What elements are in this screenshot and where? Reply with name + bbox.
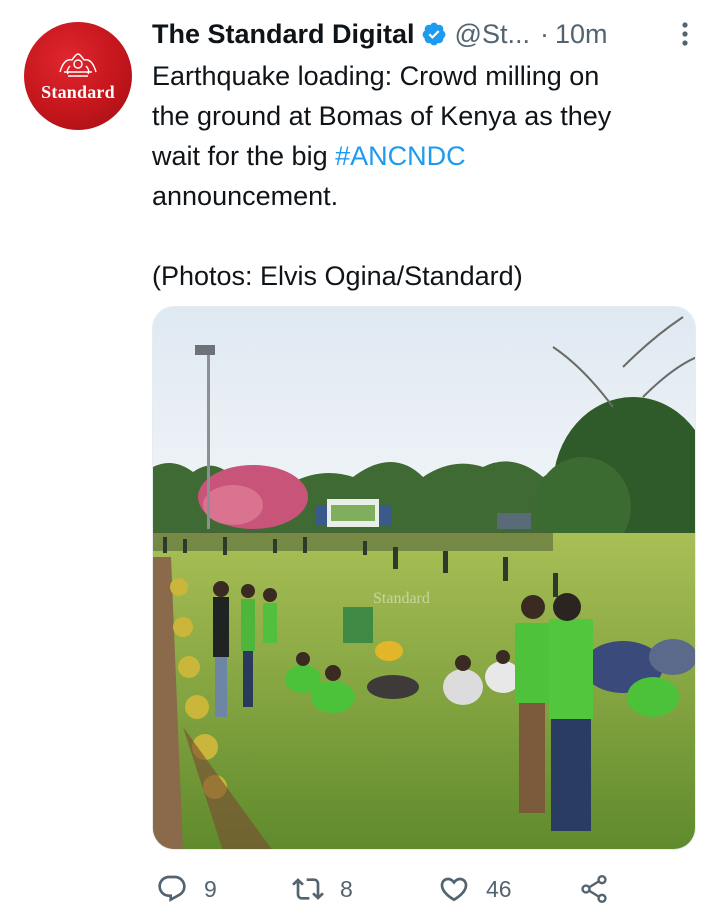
reply-count: 9: [204, 875, 217, 902]
crowd-photo-illustration: Standard: [153, 307, 695, 849]
share-icon: [581, 875, 607, 903]
user-handle[interactable]: @St...: [455, 19, 530, 50]
tweet-line-text: wait for the big: [152, 141, 336, 171]
tweet-actions: 9 8 46: [152, 862, 622, 916]
separator-dot: ·: [539, 18, 549, 49]
crest-icon: [59, 52, 97, 77]
like-button[interactable]: 46: [438, 862, 512, 916]
avatar-brand-text: Standard: [41, 81, 115, 102]
like-count: 46: [486, 875, 512, 902]
display-name[interactable]: The Standard Digital: [152, 19, 415, 50]
avatar[interactable]: Standard: [24, 22, 132, 130]
tweet-header: The Standard Digital @St... · 10m: [152, 14, 698, 54]
reply-icon: [158, 875, 186, 902]
tweet-line: the ground at Bomas of Kenya as they: [152, 101, 612, 131]
tweet-line: Earthquake loading: Crowd milling on: [152, 61, 600, 91]
verified-badge-icon: [422, 22, 445, 46]
reply-button[interactable]: 9: [156, 862, 217, 916]
tweet-line: announcement.: [152, 181, 339, 211]
heart-icon: [440, 877, 468, 902]
retweet-count: 8: [340, 875, 353, 902]
more-options-icon[interactable]: [672, 18, 698, 50]
tweet-line: wait for the big #ANCNDC: [152, 136, 692, 176]
hashtag-link[interactable]: #ANCNDC: [335, 141, 466, 171]
tweet-text: Earthquake loading: Crowd milling on the…: [152, 56, 692, 216]
share-button[interactable]: [578, 862, 610, 916]
timestamp[interactable]: 10m: [555, 19, 608, 50]
photo-credit: (Photos: Elvis Ogina/Standard): [152, 261, 523, 291]
tweet-photo[interactable]: Standard: [152, 306, 696, 850]
retweet-button[interactable]: 8: [292, 862, 353, 916]
photo-watermark: Standard: [373, 590, 430, 607]
retweet-icon: [292, 878, 324, 900]
